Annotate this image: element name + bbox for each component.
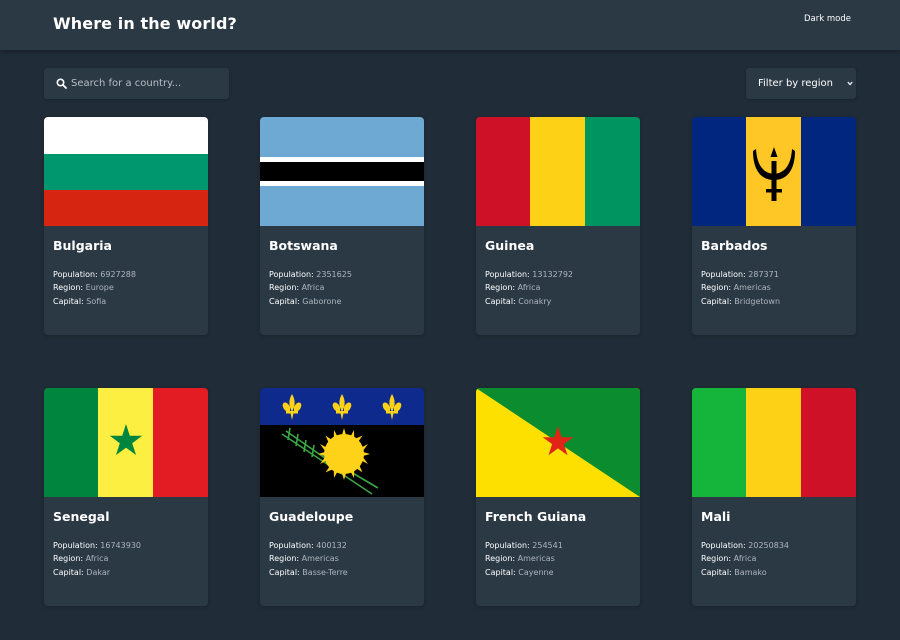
country-card-bulgaria[interactable]: Bulgaria Population: 6927288 Region: Eur… <box>44 117 208 335</box>
capital-label: Capital: <box>269 296 300 306</box>
population-label: Population: <box>269 541 314 550</box>
capital-label: Capital: <box>269 567 300 577</box>
region-value: Africa <box>85 554 109 564</box>
country-info: Population: 400132 Region: Americas Capi… <box>269 539 348 579</box>
search-icon <box>56 78 67 89</box>
flag-french-guiana <box>476 388 640 497</box>
country-info: Population: 20250834 Region: Africa Capi… <box>701 539 789 579</box>
country-name: Senegal <box>53 509 110 524</box>
chevron-down-icon <box>847 81 853 86</box>
region-label: Region: <box>485 554 516 564</box>
population-value: 13132792 <box>532 270 573 279</box>
country-card-barbados[interactable]: Barbados Population: 287371 Region: Amer… <box>692 117 856 335</box>
capital-value: Sofia <box>86 296 107 306</box>
population-label: Population: <box>485 270 530 279</box>
country-info: Population: 16743930 Region: Africa Capi… <box>53 539 141 579</box>
region-value: Americas <box>301 554 339 564</box>
region-label: Region: <box>53 283 84 293</box>
flag-botswana <box>260 117 424 226</box>
region-value: Europe <box>85 283 114 293</box>
region-value: Americas <box>517 554 555 564</box>
population-value: 20250834 <box>748 541 789 550</box>
population-label: Population: <box>701 270 746 279</box>
flag-guadeloupe <box>260 388 424 497</box>
population-label: Population: <box>53 541 98 550</box>
region-label: Region: <box>269 554 300 564</box>
region-label: Region: <box>53 554 84 564</box>
country-info: Population: 6927288 Region: Europe Capit… <box>53 268 136 308</box>
country-info: Population: 254541 Region: Americas Capi… <box>485 539 563 579</box>
population-label: Population: <box>485 541 530 550</box>
population-value: 16743930 <box>100 541 141 550</box>
capital-label: Capital: <box>485 567 516 577</box>
capital-value: Conakry <box>518 296 552 306</box>
population-value: 2351625 <box>316 270 352 279</box>
region-value: Africa <box>517 283 541 293</box>
filter-label: Filter by region <box>758 78 834 89</box>
population-value: 400132 <box>316 541 347 550</box>
region-label: Region: <box>269 283 300 293</box>
region-filter-dropdown[interactable]: Filter by region <box>746 68 856 99</box>
flag-mali <box>692 388 856 497</box>
capital-value: Cayenne <box>518 567 554 577</box>
country-card-mali[interactable]: Mali Population: 20250834 Region: Africa… <box>692 388 856 606</box>
population-value: 254541 <box>532 541 563 550</box>
region-value: Americas <box>733 283 771 293</box>
population-label: Population: <box>53 270 98 279</box>
sun-icon <box>318 428 370 480</box>
country-name: Bulgaria <box>53 238 112 253</box>
capital-value: Bridgetown <box>734 296 781 306</box>
search-box[interactable] <box>44 68 229 99</box>
country-name: Botswana <box>269 238 338 253</box>
country-card-guinea[interactable]: Guinea Population: 13132792 Region: Afri… <box>476 117 640 335</box>
country-info: Population: 13132792 Region: Africa Capi… <box>485 268 573 308</box>
country-info: Population: 2351625 Region: Africa Capit… <box>269 268 352 308</box>
region-label: Region: <box>485 283 516 293</box>
capital-value: Bamako <box>734 567 767 577</box>
search-input[interactable] <box>71 68 221 99</box>
country-name: Guadeloupe <box>269 509 354 524</box>
capital-value: Dakar <box>86 567 111 577</box>
capital-value: Basse-Terre <box>302 567 348 577</box>
country-name: French Guiana <box>485 509 587 524</box>
app-header: Where in the world? Dark mode <box>0 0 900 50</box>
country-card-botswana[interactable]: Botswana Population: 2351625 Region: Afr… <box>260 117 424 335</box>
country-card-guadeloupe[interactable]: Guadeloupe Population: 400132 Region: Am… <box>260 388 424 606</box>
country-name: Guinea <box>485 238 535 253</box>
flag-bulgaria <box>44 117 208 226</box>
flag-barbados <box>692 117 856 226</box>
population-label: Population: <box>269 270 314 279</box>
country-name: Mali <box>701 509 731 524</box>
region-value: Africa <box>733 554 757 564</box>
country-card-french-guiana[interactable]: French Guiana Population: 254541 Region:… <box>476 388 640 606</box>
flag-guinea <box>476 117 640 226</box>
capital-label: Capital: <box>485 296 516 306</box>
capital-label: Capital: <box>53 296 84 306</box>
region-label: Region: <box>701 283 732 293</box>
app-title: Where in the world? <box>53 14 237 33</box>
capital-value: Gaborone <box>302 296 342 306</box>
flag-senegal <box>44 388 208 497</box>
country-name: Barbados <box>701 238 768 253</box>
country-card-senegal[interactable]: Senegal Population: 16743930 Region: Afr… <box>44 388 208 606</box>
population-value: 6927288 <box>100 270 136 279</box>
country-info: Population: 287371 Region: Americas Capi… <box>701 268 780 308</box>
capital-label: Capital: <box>701 296 732 306</box>
population-value: 287371 <box>748 270 779 279</box>
population-label: Population: <box>701 541 746 550</box>
region-value: Africa <box>301 283 325 293</box>
region-label: Region: <box>701 554 732 564</box>
dark-mode-toggle[interactable]: Dark mode <box>804 14 851 24</box>
capital-label: Capital: <box>53 567 84 577</box>
capital-label: Capital: <box>701 567 732 577</box>
